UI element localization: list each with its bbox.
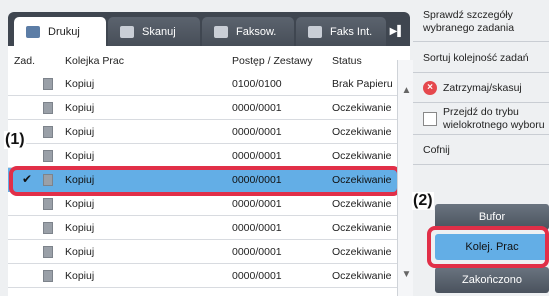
row-job-name: Kopiuj: [65, 78, 95, 90]
tab-scan[interactable]: Skanuj: [108, 17, 200, 46]
copy-job-icon: [43, 126, 53, 138]
row-progress: 0000/0001: [232, 150, 282, 162]
table-row[interactable]: Kopiuj 0000/0001 Oczekiwanie: [8, 192, 398, 216]
row-progress: 0000/0001: [232, 126, 282, 138]
tab-fax-label: Faksow.: [236, 25, 277, 38]
row-status: Oczekiwanie: [332, 246, 392, 258]
check-job-details-line1: Sprawdź szczegóły: [423, 9, 513, 21]
callout-one: (1): [4, 131, 26, 149]
table-row[interactable]: Kopiuj 0000/0001 Oczekiwanie: [8, 216, 398, 240]
row-status: Oczekiwanie: [332, 222, 392, 234]
stop-delete-label: Zatrzymaj/skasuj: [443, 81, 522, 94]
row-job-name: Kopiuj: [65, 222, 95, 234]
table-row[interactable]: Kopiuj 0100/0100 Brak Papieru: [8, 72, 398, 96]
row-job-name: Kopiuj: [65, 102, 95, 114]
copy-job-icon: [43, 174, 53, 186]
column-header-queue: Kolejka Prac: [65, 55, 124, 67]
row-job-name: Kopiuj: [65, 270, 95, 282]
copy-job-icon: [43, 150, 53, 162]
print-job-status-screen: Drukuj Skanuj Faksow. Faks Int. ▶▌ Zad. …: [0, 0, 549, 296]
row-status: Oczekiwanie: [332, 174, 392, 186]
action-panel: Sprawdź szczegóły wybranego zadania Sort…: [413, 0, 549, 296]
checkmark-icon: ✔: [22, 172, 33, 186]
row-progress: 0000/0001: [232, 102, 282, 114]
table-row[interactable]: Kopiuj 0000/0001 Oczekiwanie: [8, 96, 398, 120]
table-row[interactable]: Kopiuj 0000/0001 Oczekiwanie: [8, 240, 398, 264]
job-queue-button[interactable]: Kolej. Prac: [435, 234, 549, 260]
row-status: Oczekiwanie: [332, 270, 392, 282]
copy-job-icon: [43, 78, 53, 90]
row-progress: 0000/0001: [232, 198, 282, 210]
copy-job-icon: [43, 102, 53, 114]
cancel-label: Cofnij: [423, 144, 450, 156]
copy-job-icon: [43, 270, 53, 282]
table-row[interactable]: Kopiuj 0000/0001 Oczekiwanie: [8, 120, 398, 144]
spool-button[interactable]: Bufor: [435, 204, 549, 230]
job-queue-list: Zad. Kolejka Prac Postęp / Zestawy Statu…: [8, 46, 410, 296]
row-status: Brak Papieru: [332, 78, 393, 90]
row-progress: 0000/0001: [232, 222, 282, 234]
callout-two: (2): [412, 192, 434, 210]
tab-internet-fax[interactable]: Faks Int.: [296, 17, 386, 46]
check-job-details-line2: wybranego zadania: [423, 22, 515, 34]
printer-icon: [26, 25, 40, 38]
row-progress: 0000/0001: [232, 246, 282, 258]
table-row[interactable]: ✔ Kopiuj 0000/0001 Oczekiwanie: [8, 168, 398, 192]
column-header-job: Zad.: [14, 55, 36, 67]
table-row[interactable]: Kopiuj 0000/0001 Oczekiwanie: [8, 264, 398, 288]
row-job-name: Kopiuj: [65, 126, 95, 138]
stop-delete-button[interactable]: × Zatrzymaj/skasuj: [413, 73, 549, 103]
row-progress: 0000/0001: [232, 270, 282, 282]
internet-fax-icon: [308, 25, 322, 38]
checkbox-icon: [423, 112, 437, 126]
multi-select-line1: Przejdź do trybu: [443, 106, 519, 118]
scanner-icon: [120, 25, 134, 38]
row-status: Oczekiwanie: [332, 150, 392, 162]
stop-icon: ×: [423, 81, 437, 95]
tab-fax[interactable]: Faksow.: [202, 17, 294, 46]
row-job-name: Kopiuj: [65, 150, 95, 162]
multi-select-mode-button[interactable]: Przejdź do trybu wielokrotnego wyboru: [413, 103, 549, 135]
row-progress: 0000/0001: [232, 174, 282, 186]
copy-job-icon: [43, 246, 53, 258]
job-queue-label: Kolej. Prac: [465, 241, 519, 253]
copy-job-icon: [43, 222, 53, 234]
cancel-button[interactable]: Cofnij: [413, 135, 549, 165]
row-job-name: Kopiuj: [65, 246, 95, 258]
tab-print-label: Drukuj: [48, 25, 80, 38]
completed-jobs-label: Zakończono: [462, 274, 522, 286]
fax-icon: [214, 25, 228, 38]
check-job-details-button[interactable]: Sprawdź szczegóły wybranego zadania: [413, 0, 549, 42]
tab-internet-fax-label: Faks Int.: [330, 25, 373, 38]
row-job-name: Kopiuj: [65, 198, 95, 210]
row-job-name: Kopiuj: [65, 174, 95, 186]
mode-tab-bar: Drukuj Skanuj Faksow. Faks Int. ▶▌: [8, 12, 410, 46]
column-header-status: Status: [332, 55, 362, 67]
sort-jobs-label: Sortuj kolejność zadań: [423, 52, 529, 64]
multi-select-line2: wielokrotnego wyboru: [443, 119, 545, 131]
spool-label: Bufor: [478, 211, 506, 223]
row-status: Oczekiwanie: [332, 126, 392, 138]
completed-jobs-button[interactable]: Zakończono: [435, 267, 549, 293]
row-status: Oczekiwanie: [332, 198, 392, 210]
row-status: Oczekiwanie: [332, 102, 392, 114]
column-header-row: Zad. Kolejka Prac Postęp / Zestawy Statu…: [8, 46, 398, 72]
table-row[interactable]: Kopiuj 0000/0001 Oczekiwanie: [8, 144, 398, 168]
column-header-progress: Postęp / Zestawy: [232, 55, 313, 67]
row-progress: 0100/0100: [232, 78, 282, 90]
tab-scan-label: Skanuj: [142, 25, 176, 38]
tab-print[interactable]: Drukuj: [14, 17, 106, 46]
sort-jobs-button[interactable]: Sortuj kolejność zadań: [413, 42, 549, 73]
tab-scroll-right-icon[interactable]: ▶▌: [388, 17, 406, 46]
copy-job-icon: [43, 198, 53, 210]
